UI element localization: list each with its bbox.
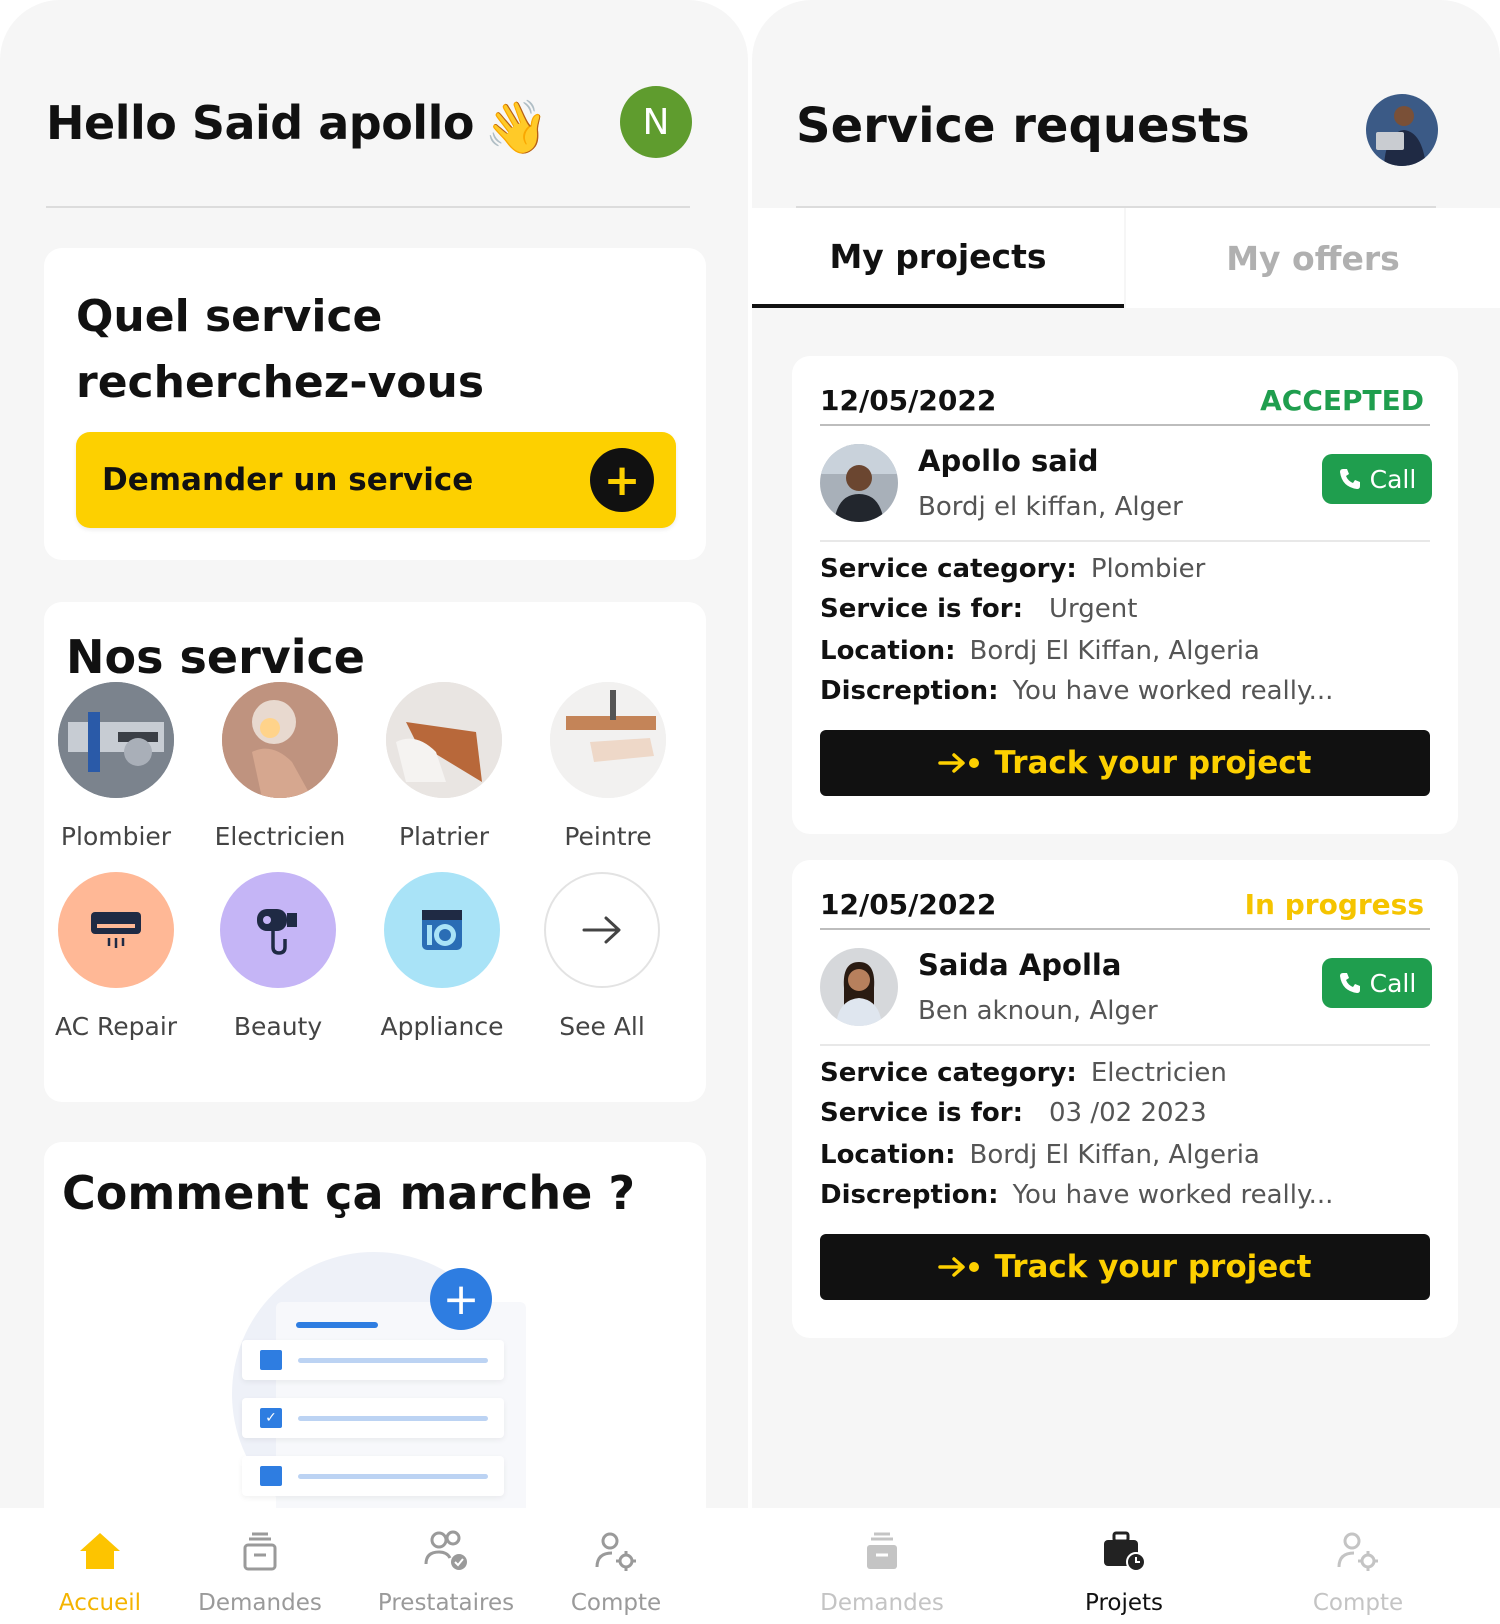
nav-prestataires[interactable]: Prestataires <box>356 1526 536 1616</box>
tab-my-offers[interactable]: My offers <box>1126 208 1500 308</box>
field-description: Discreption: You have worked really... <box>820 1180 1334 1210</box>
service-platrier[interactable]: Platrier <box>364 682 524 851</box>
services-title: Nos service <box>66 630 365 684</box>
tabs: My projects My offers <box>752 208 1500 308</box>
search-service-card: Quel service recherchez-vous Demander un… <box>44 248 706 560</box>
account-settings-icon <box>526 1526 706 1576</box>
page-title: Service requests <box>796 98 1250 154</box>
service-label: Platrier <box>398 822 490 851</box>
service-peintre[interactable]: Peintre <box>528 682 688 851</box>
status-badge: In progress <box>1244 888 1424 921</box>
service-label: Electricien <box>214 822 346 851</box>
field-service-for: Service is for: Urgent <box>820 594 1138 624</box>
how-it-works-card: Comment ça marche ? ✓ + <box>44 1142 706 1542</box>
services-card: Nos service Plombier Electricien Platrie… <box>44 602 706 1102</box>
service-plombier[interactable]: Plombier <box>36 682 196 851</box>
see-all-services[interactable]: See All <box>522 872 682 1041</box>
field-location: Location: Bordj El Kiffan, Algeria <box>820 636 1260 666</box>
status-badge: ACCEPTED <box>1260 384 1424 417</box>
plus-icon: + <box>590 448 654 512</box>
service-label: AC Repair <box>54 1012 178 1041</box>
field-service-for: Service is for: 03 /02 2023 <box>820 1098 1207 1128</box>
account-settings-icon <box>1268 1526 1448 1576</box>
project-date: 12/05/2022 <box>820 384 997 417</box>
project-date: 12/05/2022 <box>820 888 997 921</box>
how-it-works-title: Comment ça marche ? <box>62 1166 636 1220</box>
providers-icon <box>356 1526 536 1576</box>
phone-icon <box>1339 469 1360 489</box>
request-service-button[interactable]: Demander un service + <box>76 432 676 528</box>
header-divider <box>46 206 690 208</box>
hair-dryer-icon <box>220 872 336 988</box>
request-service-label: Demander un service <box>102 462 474 498</box>
bottom-nav: Accueil Demandes Prestataires Compte <box>0 1508 748 1624</box>
nav-compte[interactable]: Compte <box>1268 1526 1448 1616</box>
service-label: Beauty <box>233 1012 323 1041</box>
tab-my-projects[interactable]: My projects <box>752 208 1124 308</box>
nav-accueil[interactable]: Accueil <box>10 1526 190 1616</box>
plasterer-photo <box>386 682 502 798</box>
service-beauty[interactable]: Beauty <box>198 872 358 1041</box>
search-card-title: Quel service recherchez-vous <box>76 291 485 408</box>
checkbox-checked-icon: ✓ <box>260 1408 282 1428</box>
waving-hand-icon: 👋 <box>483 98 549 158</box>
track-project-button[interactable]: Track your project <box>820 1234 1430 1300</box>
field-location: Location: Bordj El Kiffan, Algeria <box>820 1140 1260 1170</box>
field-description: Discreption: You have worked really... <box>820 676 1334 706</box>
avatar <box>820 948 898 1026</box>
arrow-right-icon <box>544 872 660 988</box>
air-conditioner-icon <box>58 872 174 988</box>
client-location: Ben aknoun, Alger <box>918 996 1158 1026</box>
bottom-nav: Demandes Projets Compte <box>752 1508 1500 1624</box>
nav-compte[interactable]: Compte <box>526 1526 706 1616</box>
service-ac-repair[interactable]: AC Repair <box>36 872 196 1041</box>
inbox-icon <box>170 1526 350 1576</box>
briefcase-clock-icon <box>1034 1526 1214 1576</box>
plumber-photo <box>58 682 174 798</box>
field-service-category: Service category: Electricien <box>820 1058 1227 1088</box>
service-label: Peintre <box>564 822 652 851</box>
inbox-icon <box>792 1526 972 1576</box>
plus-icon: + <box>430 1268 492 1330</box>
profile-avatar[interactable] <box>1366 94 1438 166</box>
field-service-category: Service category: Plombier <box>820 554 1206 584</box>
nav-projets[interactable]: Projets <box>1034 1526 1214 1616</box>
project-card: 12/05/2022 In progress Saida Apolla Ben … <box>792 860 1458 1338</box>
nav-demandes[interactable]: Demandes <box>792 1526 972 1616</box>
client-location: Bordj el kiffan, Alger <box>918 492 1183 522</box>
avatar <box>820 444 898 522</box>
service-label: Plombier <box>60 822 172 851</box>
service-appliance[interactable]: Appliance <box>362 872 522 1041</box>
call-button[interactable]: Call <box>1322 958 1432 1008</box>
client-name: Saida Apolla <box>918 948 1122 982</box>
project-card: 12/05/2022 ACCEPTED Apollo said Bordj el… <box>792 356 1458 834</box>
service-label: See All <box>559 1012 645 1041</box>
track-project-button[interactable]: Track your project <box>820 730 1430 796</box>
client-name: Apollo said <box>918 444 1099 478</box>
arrow-right-dot-icon <box>938 753 980 773</box>
washing-machine-icon <box>384 872 500 988</box>
service-label: Appliance <box>380 1012 504 1041</box>
service-electricien[interactable]: Electricien <box>200 682 360 851</box>
nav-demandes[interactable]: Demandes <box>170 1526 350 1616</box>
greeting-heading: Hello Said apollo 👋 <box>46 96 549 158</box>
painter-photo <box>550 682 666 798</box>
call-button[interactable]: Call <box>1322 454 1432 504</box>
phone-icon <box>1339 973 1360 993</box>
electrician-photo <box>222 682 338 798</box>
home-icon <box>10 1526 190 1576</box>
home-screen: Hello Said apollo 👋 N Quel service recher… <box>0 0 748 1624</box>
user-avatar[interactable]: N <box>620 86 692 158</box>
arrow-right-dot-icon <box>938 1257 980 1277</box>
service-requests-screen: Service requests My projects My offers 1… <box>752 0 1500 1624</box>
